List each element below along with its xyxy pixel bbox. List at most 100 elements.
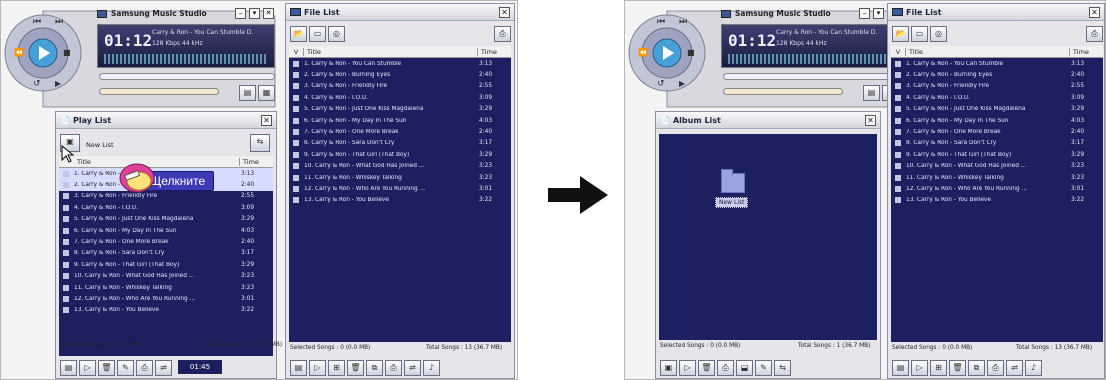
row-checkbox[interactable]	[895, 94, 901, 101]
delete-icon[interactable]: 🗑	[98, 360, 115, 376]
list-item[interactable]: 9. Carry & Ron - That Girl (That Boy) 3:2…	[891, 149, 1103, 160]
save-icon[interactable]: ⬓	[736, 360, 753, 376]
list-item[interactable]: 12. Carry & Ron - Who Are You Running ..…	[891, 183, 1103, 194]
filelist-col-check[interactable]: V	[289, 48, 303, 56]
play-file-icon[interactable]: ▷	[911, 360, 928, 376]
row-checkbox[interactable]	[293, 151, 299, 158]
next-icon[interactable]: ⏭	[55, 17, 63, 27]
refresh-icon[interactable]: ⇆	[774, 360, 791, 376]
filelist-close-button[interactable]: ✕	[499, 6, 510, 18]
open-folder-icon[interactable]: 📂	[290, 26, 307, 42]
device-icon[interactable]: ⎙	[385, 360, 402, 376]
minimize-button[interactable]: –	[859, 8, 870, 19]
folder-label[interactable]: New List	[715, 197, 749, 208]
volume-bar[interactable]	[723, 88, 843, 95]
row-checkbox[interactable]	[63, 193, 69, 200]
restore-button[interactable]: ▾	[249, 8, 260, 19]
row-checkbox[interactable]	[895, 151, 901, 158]
filelist-col-check[interactable]: V	[891, 48, 905, 56]
copy-icon[interactable]: ⧉	[366, 360, 383, 376]
seek-bar[interactable]	[723, 73, 899, 80]
row-checkbox[interactable]	[63, 216, 69, 223]
list-item[interactable]: 1. Carry & Ron - You Can Stumble 3:13	[891, 58, 1103, 69]
play-file-icon[interactable]: ▷	[679, 360, 696, 376]
row-checkbox[interactable]	[895, 185, 901, 192]
minimize-button[interactable]: –	[235, 8, 246, 19]
list-view-icon[interactable]: ▤	[60, 360, 77, 376]
row-checkbox[interactable]	[293, 163, 299, 170]
prev-icon[interactable]: ⏮	[33, 17, 41, 27]
albumlist-close-button[interactable]: ✕	[865, 114, 876, 126]
row-checkbox[interactable]	[895, 129, 901, 136]
row-checkbox[interactable]	[293, 106, 299, 113]
filelist-col-title[interactable]: Title	[303, 47, 477, 56]
list-item[interactable]: 6. Carry & Ron - My Day In The Sun 4:03	[891, 115, 1103, 126]
open-folder-icon[interactable]: 📂	[892, 26, 909, 42]
list-item[interactable]: 7. Carry & Ron - One More Break 2:40	[891, 126, 1103, 137]
row-checkbox[interactable]	[895, 106, 901, 113]
row-checkbox[interactable]	[63, 307, 69, 314]
list-item[interactable]: 11. Carry & Ron - Whiskey Talking 3:23	[289, 172, 511, 183]
row-checkbox[interactable]	[63, 170, 69, 177]
volume-bar[interactable]	[99, 88, 219, 95]
list-item[interactable]: 12. Carry & Ron - Who Are You Running ..…	[289, 183, 511, 194]
device-icon[interactable]: ⎙	[717, 360, 734, 376]
row-checkbox[interactable]	[895, 72, 901, 79]
play-icon[interactable]: ▶	[55, 79, 61, 88]
list-item[interactable]: 3. Carry & Ron - Friendly Fire 2:55	[59, 191, 273, 202]
row-checkbox[interactable]	[895, 174, 901, 181]
copy-icon[interactable]: ⧉	[968, 360, 985, 376]
usb-icon[interactable]: ⇌	[1006, 360, 1023, 376]
list-item[interactable]: 5. Carry & Ron - Just One Kiss Magdalena…	[59, 214, 273, 225]
list-item[interactable]: 10. Carry & Ron - What God Has Joined ..…	[891, 161, 1103, 172]
row-checkbox[interactable]	[63, 227, 69, 234]
edit-icon[interactable]: ✎	[755, 360, 772, 376]
row-checkbox[interactable]	[293, 117, 299, 124]
play-file-icon[interactable]: ▷	[79, 360, 96, 376]
add-icon[interactable]: ⊞	[328, 360, 345, 376]
row-checkbox[interactable]	[63, 204, 69, 211]
list-item[interactable]: 10. Carry & Ron - What God Has Joined ..…	[289, 161, 511, 172]
list-item[interactable]: 13. Carry & Ron - You Believe 3:22	[59, 305, 273, 316]
list-item[interactable]: 6. Carry & Ron - My Day In The Sun 4:03	[59, 225, 273, 236]
playlist-close-button[interactable]: ✕	[261, 114, 272, 126]
list-item[interactable]: 3. Carry & Ron - Friendly Fire 2:55	[289, 81, 511, 92]
list-item[interactable]: 4. Carry & Ron - I.O.U. 3:09	[59, 202, 273, 213]
row-checkbox[interactable]	[293, 174, 299, 181]
repeat-icon[interactable]: ↺	[657, 79, 665, 89]
list-item[interactable]: 4. Carry & Ron - I.O.U. 3:09	[289, 92, 511, 103]
filelist-col-time[interactable]: Time	[477, 47, 511, 56]
play-icon[interactable]: ▶	[679, 79, 685, 88]
row-checkbox[interactable]	[895, 197, 901, 204]
cd-icon[interactable]: ◎	[328, 26, 345, 42]
device-icon[interactable]: ⎙	[136, 360, 153, 376]
delete-icon[interactable]: 🗑	[698, 360, 715, 376]
row-checkbox[interactable]	[63, 284, 69, 291]
row-checkbox[interactable]	[895, 163, 901, 170]
list-item[interactable]: 11. Carry & Ron - Whiskey Talking 3:23	[59, 282, 273, 293]
cd-icon[interactable]: ◎	[930, 26, 947, 42]
new-folder-icon[interactable]: ▣	[660, 360, 677, 376]
list-item[interactable]: 9. Carry & Ron - That Girl (That Boy) 3:2…	[59, 259, 273, 270]
list-view-icon[interactable]: ▤	[290, 360, 307, 376]
list-item[interactable]: 7. Carry & Ron - One More Break 2:40	[59, 236, 273, 247]
folder-icon[interactable]	[721, 169, 745, 193]
list-item[interactable]: 9. Carry & Ron - That Girl (That Boy) 3:2…	[289, 149, 511, 160]
delete-icon[interactable]: 🗑	[949, 360, 966, 376]
filelist-close-button[interactable]: ✕	[1089, 6, 1100, 18]
folder-view-icon[interactable]: ▭	[309, 26, 326, 42]
list-item[interactable]: 11. Carry & Ron - Whiskey Talking 3:23	[891, 172, 1103, 183]
list-item[interactable]: 4. Carry & Ron - I.O.U. 3:09	[891, 92, 1103, 103]
list-item[interactable]: 8. Carry & Ron - Sara Don't Cry 3:17	[289, 138, 511, 149]
row-checkbox[interactable]	[293, 140, 299, 147]
list-item[interactable]: 8. Carry & Ron - Sara Don't Cry 3:17	[891, 138, 1103, 149]
row-checkbox[interactable]	[293, 83, 299, 90]
playlist-toggle-icon[interactable]: ▤	[863, 85, 880, 101]
filelist-toggle-icon[interactable]: ▦	[258, 85, 275, 101]
filelist-col-time[interactable]: Time	[1069, 47, 1103, 56]
list-item[interactable]: 3. Carry & Ron - Friendly Fire 2:55	[891, 81, 1103, 92]
usb-icon[interactable]: ⇌	[155, 360, 172, 376]
list-view-icon[interactable]: ▤	[892, 360, 909, 376]
repeat-icon[interactable]: ↺	[33, 79, 41, 89]
close-button[interactable]: ✕	[263, 8, 274, 19]
